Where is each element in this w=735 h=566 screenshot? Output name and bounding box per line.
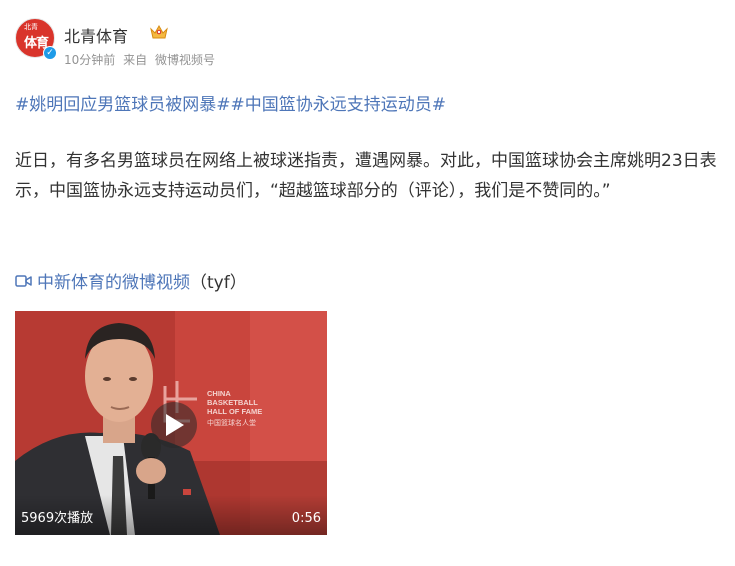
- video-source-link[interactable]: 中新体育的微博视频 （tyf）: [15, 268, 247, 293]
- source-prefix: 来自: [123, 53, 148, 67]
- backdrop-text-4: 中国篮球名人堂: [207, 418, 256, 427]
- video-link-suffix: （tyf）: [190, 273, 247, 293]
- avatar-logo-top: 北青: [24, 23, 38, 31]
- topic-hashtags[interactable]: #姚明回应男篮球员被网暴##中国篮协永远支持运动员#: [15, 90, 446, 115]
- backdrop-text-3: HALL OF FAME: [207, 407, 262, 416]
- verified-badge-icon: ✓: [43, 46, 57, 60]
- play-button[interactable]: [151, 402, 197, 448]
- view-count: 5969次播放: [21, 511, 94, 526]
- post-source[interactable]: 微博视频号: [155, 53, 215, 67]
- video-link-label: 中新体育的微博视频: [37, 273, 190, 293]
- video-camera-icon: [15, 274, 32, 287]
- play-icon: [166, 414, 184, 436]
- backdrop-text-2: BASKETBALL: [207, 398, 258, 407]
- post-header: 北青 体育 ✓ 北青体育 10分钟前 来自 微博视频号: [15, 14, 715, 74]
- post-meta: 10分钟前 来自 微博视频号: [64, 51, 219, 68]
- backdrop-text-1: CHINA: [207, 389, 231, 398]
- author-name[interactable]: 北青体育: [64, 23, 128, 47]
- video-player[interactable]: CHINA BASKETBALL HALL OF FAME 中国篮球名人堂 59…: [15, 311, 327, 535]
- crown-icon[interactable]: [149, 23, 169, 41]
- video-duration: 0:56: [291, 511, 321, 526]
- post-text: 近日，有多名男篮球员在网络上被球迷指责，遭遇网暴。对此，中国篮球协会主席姚明23…: [15, 151, 717, 201]
- post-time[interactable]: 10分钟前: [64, 53, 115, 67]
